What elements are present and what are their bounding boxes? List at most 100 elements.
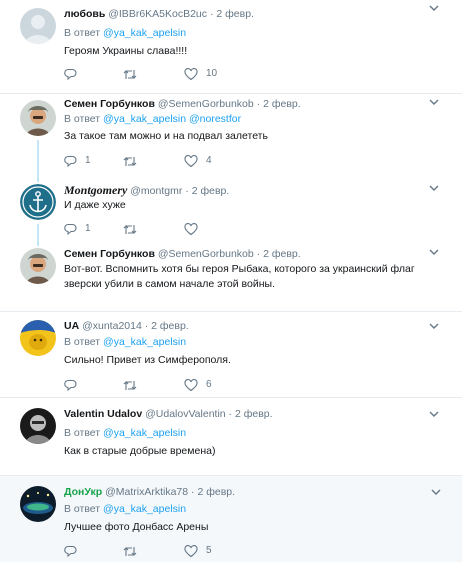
- tweet-text: За такое там можно и на подвал залететь: [64, 130, 268, 142]
- heart-icon: [184, 67, 198, 80]
- tweet-date[interactable]: 2 февр.: [263, 98, 301, 110]
- tweet-header: Montgomery @montgmr · 2 февр.: [64, 182, 229, 198]
- tweet-header: любовь @IBBr6KA5KocB2uc · 2 февр.: [64, 6, 254, 22]
- tweet-6[interactable]: Valentin Udalov @UdalovValentin · 2 февр…: [0, 398, 462, 476]
- like-button[interactable]: 4: [184, 154, 212, 168]
- user-handle[interactable]: @xunta2014: [82, 320, 142, 332]
- mention-link[interactable]: @ya_kak_apelsin: [103, 427, 186, 439]
- reply-prefix: В ответ: [64, 336, 101, 348]
- like-button[interactable]: [184, 222, 206, 236]
- reply-button[interactable]: 1: [64, 154, 91, 168]
- tweet-text: И даже хуже: [64, 199, 126, 211]
- chevron-down-icon[interactable]: [428, 246, 440, 258]
- like-count: 10: [206, 68, 218, 79]
- user-name[interactable]: Семен Горбунков: [64, 248, 155, 260]
- chevron-down-icon[interactable]: [428, 182, 440, 194]
- tweet-header: Valentin Udalov @UdalovValentin · 2 февр…: [64, 406, 273, 422]
- avatar-anchor[interactable]: [20, 184, 56, 220]
- chevron-down-icon[interactable]: [428, 320, 440, 332]
- reply-icon: [64, 223, 77, 235]
- mention-link[interactable]: @ya_kak_apelsin: [103, 113, 186, 125]
- tweet-1[interactable]: любовь @IBBr6KA5KocB2uc · 2 февр. В отве…: [0, 0, 462, 94]
- reply-context: В ответ @ya_kak_apelsin: [64, 26, 186, 40]
- tweet-actions: 5: [64, 544, 264, 558]
- user-handle[interactable]: @montgmr: [130, 185, 182, 197]
- heart-icon: [184, 154, 198, 167]
- tweet-actions: 10: [64, 67, 264, 81]
- tweet-7[interactable]: ДонУкр @MatrixArktika78 · 2 февр. В отве…: [0, 476, 462, 562]
- tweet-date[interactable]: 2 февр.: [235, 408, 273, 420]
- tweet-text: Героям Украины слава!!!!: [64, 45, 188, 57]
- avatar-default-egg[interactable]: [20, 8, 56, 44]
- chevron-down-icon[interactable]: [430, 486, 442, 498]
- chevron-down-icon[interactable]: [428, 408, 440, 420]
- reply-icon: [64, 155, 77, 167]
- tweet-text: Сильно! Привет из Симферополя.: [64, 354, 231, 366]
- separator: ·: [256, 98, 261, 110]
- separator: ·: [144, 320, 149, 332]
- user-name[interactable]: любовь: [64, 8, 105, 20]
- chevron-down-icon[interactable]: [428, 2, 440, 14]
- mention-link[interactable]: @norestfor: [189, 113, 241, 125]
- user-handle[interactable]: @UdalovValentin: [145, 408, 226, 420]
- user-name[interactable]: Семен Горбунков: [64, 98, 155, 110]
- heart-icon: [184, 222, 198, 235]
- tweet-date[interactable]: 2 февр.: [263, 248, 301, 260]
- reply-context: В ответ @ya_kak_apelsin: [64, 426, 186, 440]
- like-count: 6: [206, 379, 212, 390]
- retweet-button[interactable]: [122, 378, 138, 392]
- tweet-date[interactable]: 2 февр.: [151, 320, 189, 332]
- tweet-header: Семен Горбунков @SemenGorbunkob · 2 февр…: [64, 246, 301, 262]
- user-name[interactable]: Montgomery: [64, 183, 127, 197]
- avatar-yellow-blue[interactable]: [20, 320, 56, 356]
- reply-count: 1: [85, 223, 91, 234]
- avatar-man-cap[interactable]: [20, 100, 56, 136]
- user-handle[interactable]: @SemenGorbunkob: [158, 98, 254, 110]
- user-handle[interactable]: @IBBr6KA5KocB2uc: [108, 8, 207, 20]
- mention-link[interactable]: @ya_kak_apelsin: [103, 503, 186, 515]
- avatar-stadium[interactable]: [20, 486, 56, 522]
- tweet-date[interactable]: 2 февр.: [216, 8, 254, 20]
- chevron-down-icon[interactable]: [428, 96, 440, 108]
- tweet-text: Лучшее фото Донбасс Арены: [64, 521, 209, 533]
- tweet-2[interactable]: Семен Горбунков @SemenGorbunkob · 2 февр…: [0, 94, 462, 182]
- avatar-man-cap[interactable]: [20, 248, 56, 284]
- reply-button[interactable]: [64, 544, 85, 558]
- user-name[interactable]: Valentin Udalov: [64, 408, 142, 420]
- reply-button[interactable]: 1: [64, 222, 91, 236]
- reply-count: 1: [85, 155, 91, 166]
- tweet-3[interactable]: Montgomery @montgmr · 2 февр. И даже хуж…: [0, 180, 462, 246]
- tweet-date[interactable]: 2 февр.: [197, 486, 235, 498]
- tweet-actions: 1 4: [64, 154, 264, 168]
- reply-prefix: В ответ: [64, 113, 101, 125]
- user-name[interactable]: UA: [64, 320, 79, 332]
- tweet-4[interactable]: Семен Горбунков @SemenGorbunkob · 2 февр…: [0, 244, 462, 312]
- user-handle[interactable]: @MatrixArktika78: [105, 486, 188, 498]
- like-count: 5: [206, 545, 212, 556]
- user-name[interactable]: ДонУкр: [64, 486, 102, 498]
- thread-line: [37, 224, 39, 246]
- reply-button[interactable]: [64, 67, 85, 81]
- like-button[interactable]: 10: [184, 67, 217, 81]
- user-handle[interactable]: @SemenGorbunkob: [158, 248, 254, 260]
- separator: ·: [209, 8, 214, 20]
- mention-link[interactable]: @ya_kak_apelsin: [103, 336, 186, 348]
- mention-link[interactable]: @ya_kak_apelsin: [103, 27, 186, 39]
- reply-context: В ответ @ya_kak_apelsin: [64, 335, 186, 349]
- tweet-date[interactable]: 2 февр.: [192, 185, 230, 197]
- retweet-button[interactable]: [122, 154, 138, 168]
- tweet-text: Вот-вот. Вспомнить хотя бы героя Рыбака,…: [64, 263, 415, 290]
- heart-icon: [184, 544, 198, 557]
- reply-prefix: В ответ: [64, 427, 101, 439]
- retweet-button[interactable]: [122, 222, 138, 236]
- retweet-button[interactable]: [122, 67, 138, 81]
- reply-button[interactable]: [64, 378, 85, 392]
- like-button[interactable]: 5: [184, 544, 212, 558]
- thread-line: [37, 140, 39, 182]
- tweet-5[interactable]: UA @xunta2014 · 2 февр. В ответ @ya_kak_…: [0, 312, 462, 398]
- like-button[interactable]: 6: [184, 378, 212, 392]
- avatar-dark-portrait[interactable]: [20, 408, 56, 444]
- retweet-button[interactable]: [122, 544, 138, 558]
- tweet-actions: 1: [64, 222, 264, 236]
- tweet-header: UA @xunta2014 · 2 февр.: [64, 318, 189, 334]
